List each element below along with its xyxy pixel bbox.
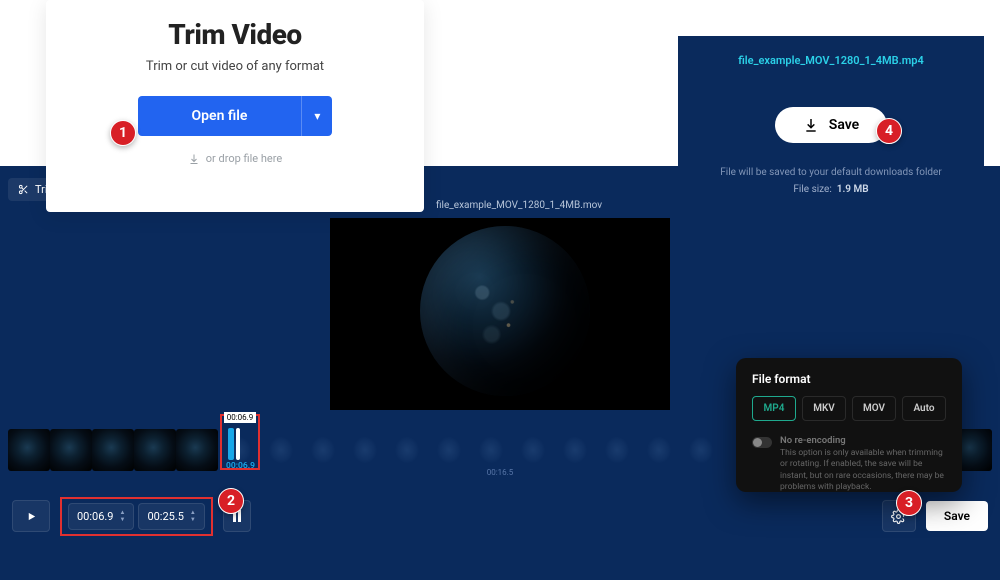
preview-frame — [420, 226, 590, 396]
timeline-thumb[interactable] — [302, 429, 344, 471]
start-time-stepper[interactable]: ▲▼ — [119, 510, 125, 523]
video-preview[interactable] — [330, 218, 670, 410]
play-icon — [26, 511, 37, 522]
timeline-mid-timestamp: 00:16.5 — [487, 468, 514, 477]
timeline-thumb[interactable] — [680, 429, 722, 471]
save-size: File size: 1.9 MB — [793, 184, 868, 195]
step-badge-2: 2 — [218, 488, 244, 514]
panel-title: Trim Video — [168, 18, 301, 51]
format-mkv[interactable]: MKV — [802, 396, 846, 421]
save-button[interactable]: Save — [775, 107, 887, 143]
format-auto[interactable]: Auto — [902, 396, 946, 421]
download-icon — [188, 153, 200, 165]
open-file-panel: Trim Video Trim or cut video of any form… — [46, 0, 424, 212]
format-mov[interactable]: MOV — [852, 396, 896, 421]
timeline-thumb[interactable] — [596, 429, 638, 471]
reenc-desc: This option is only available when trimm… — [780, 448, 946, 494]
save-button-label: Save — [829, 117, 859, 133]
playhead-drag-handle[interactable] — [236, 428, 240, 460]
output-filename: file_example_MOV_1280_1_4MB.mp4 — [738, 54, 924, 67]
panel-subtitle: Trim or cut video of any format — [146, 59, 324, 74]
open-file-dropdown[interactable]: ▾ — [301, 96, 332, 136]
playhead-region-highlight: 00:06.9 00:06.9 — [220, 414, 260, 470]
save-note: File will be saved to your default downl… — [720, 167, 941, 178]
save-button-bottom[interactable]: Save — [926, 501, 988, 531]
timeline-thumb[interactable] — [344, 429, 386, 471]
format-title: File format — [752, 372, 946, 386]
drop-hint-text: or drop file here — [206, 152, 282, 165]
scissors-icon — [18, 184, 29, 195]
timeline-thumb[interactable] — [512, 429, 554, 471]
timeline-thumb[interactable] — [428, 429, 470, 471]
play-button[interactable] — [12, 500, 50, 532]
chevron-down-icon: ▾ — [314, 109, 320, 123]
reenc-title: No re-encoding — [780, 435, 946, 448]
timeline-thumb[interactable] — [176, 429, 218, 471]
timeline-thumb[interactable] — [50, 429, 92, 471]
save-panel: file_example_MOV_1280_1_4MB.mp4 Save Fil… — [678, 36, 984, 236]
start-time-field[interactable]: 00:06.9 ▲▼ — [68, 503, 134, 530]
open-file-button[interactable]: Open file — [138, 96, 302, 136]
timeline-thumb[interactable] — [386, 429, 428, 471]
playhead-start-label: 00:06.9 — [224, 412, 256, 423]
timeline-thumb[interactable] — [134, 429, 176, 471]
format-card: File format MP4 MKV MOV Auto No re-encod… — [736, 358, 962, 492]
current-filename: file_example_MOV_1280_1_4MB.mov — [436, 200, 602, 211]
controls-bar: 00:06.9 ▲▼ 00:25.5 ▲▼ Save — [12, 498, 988, 534]
playhead-time-label: 00:06.9 — [224, 460, 256, 472]
format-mp4[interactable]: MP4 — [752, 396, 796, 421]
drop-hint: or drop file here — [188, 152, 282, 165]
no-reencoding-toggle[interactable] — [752, 437, 772, 448]
trim-start-handle[interactable] — [228, 428, 234, 460]
timeline-thumb[interactable] — [470, 429, 512, 471]
timeline-thumb[interactable] — [638, 429, 680, 471]
time-range-highlight: 00:06.9 ▲▼ 00:25.5 ▲▼ — [60, 497, 213, 536]
download-icon — [803, 117, 819, 133]
step-badge-4: 4 — [876, 118, 902, 144]
end-time-field[interactable]: 00:25.5 ▲▼ — [138, 503, 204, 530]
timeline-thumb[interactable] — [92, 429, 134, 471]
timeline-thumb[interactable] — [554, 429, 596, 471]
end-time-stepper[interactable]: ▲▼ — [190, 510, 196, 523]
step-badge-1: 1 — [110, 120, 136, 146]
timeline-thumb[interactable] — [8, 429, 50, 471]
timeline-thumb[interactable] — [260, 429, 302, 471]
step-badge-3: 3 — [896, 490, 922, 516]
